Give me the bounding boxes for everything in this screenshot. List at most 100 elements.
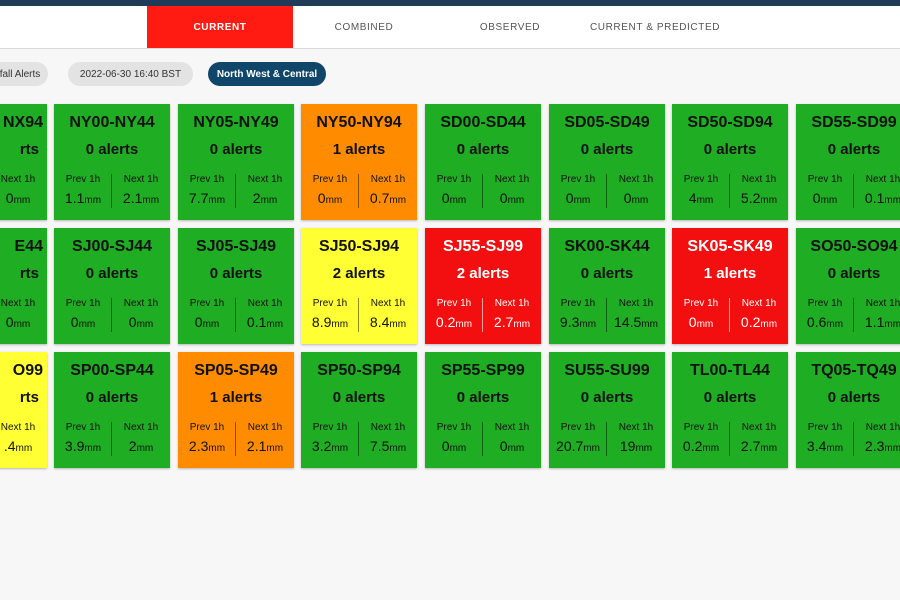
alert-tile[interactable]: SP05-SP49 1 alerts Prev 1h Next 1h 2.3mm 2.1m… [178, 352, 294, 468]
rain-unit: mm [455, 319, 473, 330]
alert-tile[interactable]: SK00-SK44 0 alerts Prev 1h Next 1h 9.3mm 14.5… [549, 228, 665, 344]
next-1h-label: Next 1h [370, 174, 406, 185]
alert-tile[interactable]: SO50-SO94 0 alerts Prev 1h Next 1h 0.6mm 1.1m… [796, 228, 900, 344]
alert-tile[interactable]: SJ05-SJ49 0 alerts Prev 1h Next 1h 0mm 0.1mm [178, 228, 294, 344]
rain-value-number: 7.5 [369, 438, 390, 454]
tile-divider [235, 174, 236, 208]
rain-unit: mm [389, 443, 407, 454]
prev-1h-label: Prev 1h [560, 422, 596, 433]
tile-grid-code: SJ05-SJ49 [195, 238, 277, 255]
rain-unit: mm [208, 443, 226, 454]
rain-unit: mm [696, 195, 714, 206]
next-1h-value: 0mm [484, 190, 540, 206]
alert-tile[interactable]: SJ55-SJ99 2 alerts Prev 1h Next 1h 0.2mm 2.7m… [425, 228, 541, 344]
alert-tile[interactable]: SD50-SD94 0 alerts Prev 1h Next 1h 4mm 5.2mm [672, 104, 788, 220]
rain-value-number: 0.1 [864, 190, 885, 206]
prev-1h-label: Prev 1h [312, 298, 348, 309]
rain-value-number: 1.1 [864, 314, 885, 330]
prev-1h-value: 3.4mm [797, 438, 853, 454]
tile-alert-count: rts [19, 389, 39, 406]
tile-grid-code: SD00-SD44 [440, 114, 526, 131]
alert-tile[interactable]: NY05-NY49 0 alerts Prev 1h Next 1h 7.7mm 2mm [178, 104, 294, 220]
tile-alert-count: 0 alerts [85, 265, 139, 282]
alert-tile[interactable]: SK05-SK49 1 alerts Prev 1h Next 1h 0mm 0.2mm [672, 228, 788, 344]
tile-alert-count: 0 alerts [827, 141, 881, 158]
next-1h-value: 0mm [0, 314, 46, 330]
next-1h-label: Next 1h [865, 174, 900, 185]
alert-tile[interactable]: SJ00-SJ44 0 alerts Prev 1h Next 1h 0mm 0mm [54, 228, 170, 344]
rain-value-number: 0.7 [369, 190, 390, 206]
next-1h-value: 0.1mm [855, 190, 900, 206]
rain-unit: mm [884, 443, 900, 454]
next-1h-label: Next 1h [247, 298, 283, 309]
rain-unit: mm [760, 195, 778, 206]
tile-alert-count: 1 alerts [332, 141, 386, 158]
alert-tile[interactable]: NX94rtsPrev 1hNext 1h0mm [0, 104, 47, 220]
rain-unit: mm [84, 443, 102, 454]
next-1h-label: Next 1h [247, 422, 283, 433]
rain-value-number: 3.2 [311, 438, 332, 454]
tile-grid-code: SD55-SD99 [811, 114, 897, 131]
prev-1h-value: 2.3mm [179, 438, 235, 454]
alert-tile[interactable]: TQ05-TQ49 0 alerts Prev 1h Next 1h 3.4mm 2.3m… [796, 352, 900, 468]
rain-unit: mm [513, 319, 531, 330]
prev-1h-value: 0mm [673, 314, 729, 330]
prev-1h-value: 0mm [179, 314, 235, 330]
alert-tile[interactable]: NY50-NY94 1 alerts Prev 1h Next 1h 0mm 0.7mm [301, 104, 417, 220]
rain-value-number: 0 [623, 190, 632, 206]
alert-tile[interactable]: E44rtsPrev 1hNext 1h0mm [0, 228, 47, 344]
alert-tile[interactable]: SD05-SD49 0 alerts Prev 1h Next 1h 0mm 0mm [549, 104, 665, 220]
next-1h-value: 2.1mm [113, 190, 169, 206]
rain-value-number: 8.4 [369, 314, 390, 330]
tile-grid-code: SO50-SO94 [810, 238, 898, 255]
prev-1h-value: 9.3mm [550, 314, 606, 330]
rain-value-number: 0.2 [435, 314, 456, 330]
rain-unit: mm [389, 195, 407, 206]
prev-1h-label: Prev 1h [312, 174, 348, 185]
prev-1h-label: Prev 1h [807, 298, 843, 309]
alert-tile[interactable]: TL00-TL44 0 alerts Prev 1h Next 1h 0.2mm 2.7m… [672, 352, 788, 468]
alert-tile[interactable]: SU55-SU99 0 alerts Prev 1h Next 1h 20.7mm 19m… [549, 352, 665, 468]
alert-tile[interactable]: SD55-SD99 0 alerts Prev 1h Next 1h 0mm 0.1mm [796, 104, 900, 220]
tile-divider [482, 298, 483, 332]
alert-tile[interactable]: SP50-SP94 0 alerts Prev 1h Next 1h 3.2mm 7.5m… [301, 352, 417, 468]
next-1h-value: .4mm [0, 438, 46, 454]
alert-tile[interactable]: O99rtsPrev 1hNext 1h.4mm [0, 352, 47, 468]
prev-1h-label: Prev 1h [65, 422, 101, 433]
alert-tile[interactable]: SD00-SD44 0 alerts Prev 1h Next 1h 0mm 0mm [425, 104, 541, 220]
rain-unit: mm [202, 319, 220, 330]
prev-1h-label: Prev 1h [560, 174, 596, 185]
rain-value-number: 2.7 [740, 438, 761, 454]
tile-alert-count: 0 alerts [209, 265, 263, 282]
alert-tile[interactable]: NY00-NY44 0 alerts Prev 1h Next 1h 1.1mm 2.1m… [54, 104, 170, 220]
rain-unit: mm [635, 443, 653, 454]
rain-unit: mm [78, 319, 96, 330]
tile-divider [853, 422, 854, 456]
alert-tile[interactable]: SJ50-SJ94 2 alerts Prev 1h Next 1h 8.9mm 8.4m… [301, 228, 417, 344]
tile-grid-code: SP55-SP99 [441, 362, 525, 379]
prev-1h-value: 1.1mm [55, 190, 111, 206]
prev-1h-value: 0mm [426, 438, 482, 454]
rain-value-number: 2.3 [188, 438, 209, 454]
next-1h-label: Next 1h [494, 422, 530, 433]
tile-divider [111, 422, 112, 456]
tile-alert-count: 0 alerts [456, 141, 510, 158]
prev-1h-label: Prev 1h [683, 174, 719, 185]
rain-unit: mm [702, 443, 720, 454]
tile-alert-count: 0 alerts [332, 389, 386, 406]
next-1h-value: 5.2mm [731, 190, 787, 206]
next-1h-label: Next 1h [370, 298, 406, 309]
rain-unit: mm [449, 443, 467, 454]
tile-divider [853, 174, 854, 208]
tile-alert-count: 0 alerts [703, 389, 757, 406]
next-1h-label: Next 1h [865, 422, 900, 433]
rain-unit: mm [449, 195, 467, 206]
next-1h-value: 2.3mm [855, 438, 900, 454]
rain-value-number: 0 [5, 190, 14, 206]
alert-tile[interactable]: SP00-SP44 0 alerts Prev 1h Next 1h 3.9mm 2mm [54, 352, 170, 468]
alert-tile[interactable]: SP55-SP99 0 alerts Prev 1h Next 1h 0mm 0mm [425, 352, 541, 468]
rain-unit: mm [15, 443, 33, 454]
rain-unit: mm [573, 195, 591, 206]
tile-grid-code: NY05-NY49 [193, 114, 279, 131]
tile-grid-code: TQ05-TQ49 [811, 362, 897, 379]
